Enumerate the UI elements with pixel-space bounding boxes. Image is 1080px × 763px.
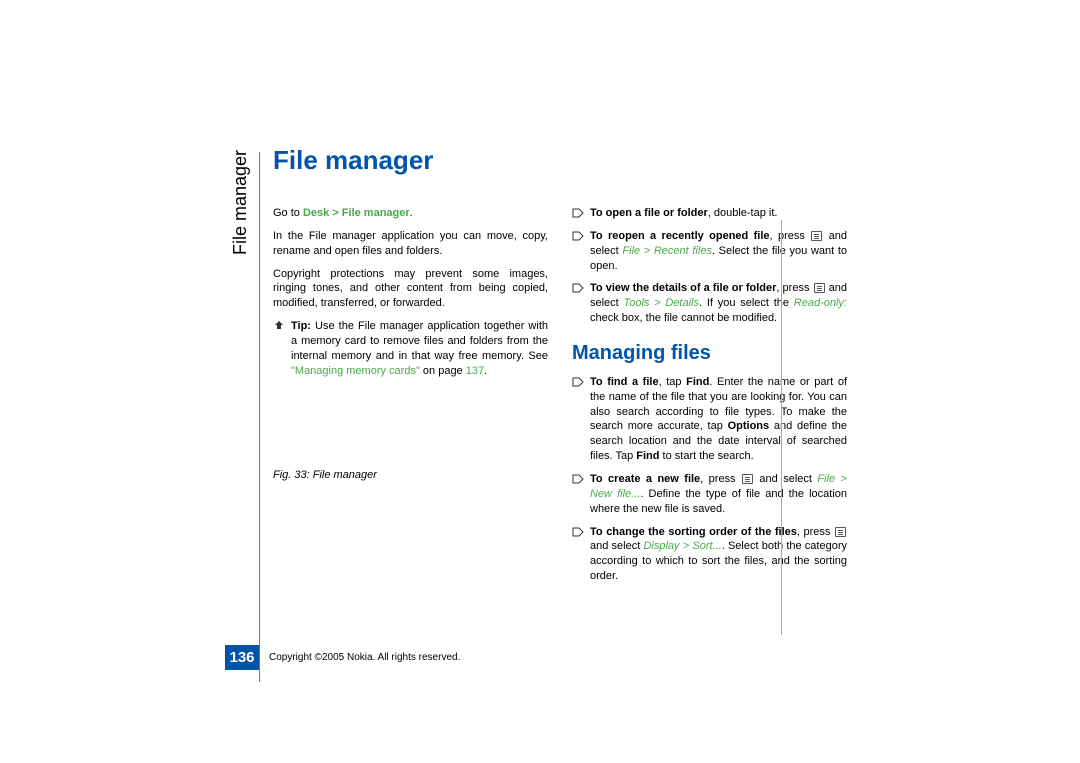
task-sort: To change the sorting order of the files… (572, 525, 847, 584)
task-text: To open a file or folder, double-tap it. (590, 206, 847, 221)
menu-path: File > Recent files (622, 245, 712, 257)
menu-key-icon (742, 474, 753, 484)
text: on page (420, 365, 466, 377)
button-label: Find (636, 450, 659, 462)
task-title: To find a file (590, 376, 659, 388)
text: and select (590, 540, 643, 552)
text: Go to (273, 207, 303, 219)
task-icon (572, 283, 584, 293)
task-reopen: To reopen a recently opened file, press … (572, 229, 847, 274)
task-icon (572, 208, 584, 218)
task-find: To find a file, tap Find. Enter the name… (572, 375, 847, 464)
copyright-text: Copyright ©2005 Nokia. All rights reserv… (269, 652, 460, 663)
page-ref[interactable]: 137 (466, 365, 484, 377)
text: Use the File manager application togethe… (291, 320, 548, 362)
text: and select (754, 473, 817, 485)
button-label: Options (728, 420, 770, 432)
goto-line: Go to Desk > File manager. (273, 206, 548, 221)
task-create: To create a new file, press and select F… (572, 472, 847, 517)
menu-key-icon (811, 231, 822, 241)
intro-para-1: In the File manager application you can … (273, 229, 548, 259)
page-number: 136 (225, 645, 259, 670)
text: to start the search. (660, 450, 754, 462)
task-title: To reopen a recently opened file (590, 230, 770, 242)
page-title: File manager (273, 145, 860, 176)
task-text: To view the details of a file or folder,… (590, 281, 847, 326)
figure-caption: Fig. 33: File manager (273, 468, 548, 483)
tip-text: Tip: Use the File manager application to… (291, 319, 548, 378)
text: , press (700, 473, 741, 485)
text: , press (797, 526, 834, 538)
task-text: To change the sorting order of the files… (590, 525, 847, 584)
nav-path: Desk > File manager (303, 207, 410, 219)
left-column: Go to Desk > File manager. In the File m… (273, 206, 548, 592)
text: , tap (659, 376, 687, 388)
task-title: To change the sorting order of the files (590, 526, 797, 538)
column-divider (781, 220, 782, 635)
task-icon (572, 527, 584, 537)
task-text: To create a new file, press and select F… (590, 472, 847, 517)
page-content: File manager Go to Desk > File manager. … (225, 145, 860, 592)
task-open: To open a file or folder, double-tap it. (572, 206, 847, 221)
task-icon (572, 231, 584, 241)
tip-block: Tip: Use the File manager application to… (273, 319, 548, 378)
text: . (410, 207, 413, 219)
footer: 136 Copyright ©2005 Nokia. All rights re… (225, 645, 460, 670)
text: . (484, 365, 487, 377)
tip-label: Tip: (291, 320, 311, 332)
task-title: To create a new file (590, 473, 700, 485)
task-icon (572, 474, 584, 484)
field-name: Read-only: (794, 297, 847, 309)
task-icon (572, 377, 584, 387)
button-label: Find (686, 376, 709, 388)
task-details: To view the details of a file or folder,… (572, 281, 847, 326)
menu-path: Tools > Details (624, 297, 699, 309)
text: check box, the file cannot be modified. (590, 312, 777, 324)
task-text: To reopen a recently opened file, press … (590, 229, 847, 274)
menu-key-icon (835, 527, 846, 537)
menu-path: Display > Sort... (643, 540, 721, 552)
text: . If you select the (699, 297, 794, 309)
text: , double-tap it. (708, 207, 778, 219)
cross-ref-link[interactable]: "Managing memory cards" (291, 365, 420, 377)
intro-para-2: Copyright protections may prevent some i… (273, 267, 548, 312)
right-column: To open a file or folder, double-tap it.… (572, 206, 847, 592)
task-title: To view the details of a file or folder (590, 282, 776, 294)
section-subtitle: Managing files (572, 342, 847, 365)
tip-icon (273, 320, 285, 332)
columns: Go to Desk > File manager. In the File m… (273, 206, 860, 592)
task-text: To find a file, tap Find. Enter the name… (590, 375, 847, 464)
text: , press (770, 230, 811, 242)
menu-key-icon (814, 283, 825, 293)
task-title: To open a file or folder (590, 207, 708, 219)
